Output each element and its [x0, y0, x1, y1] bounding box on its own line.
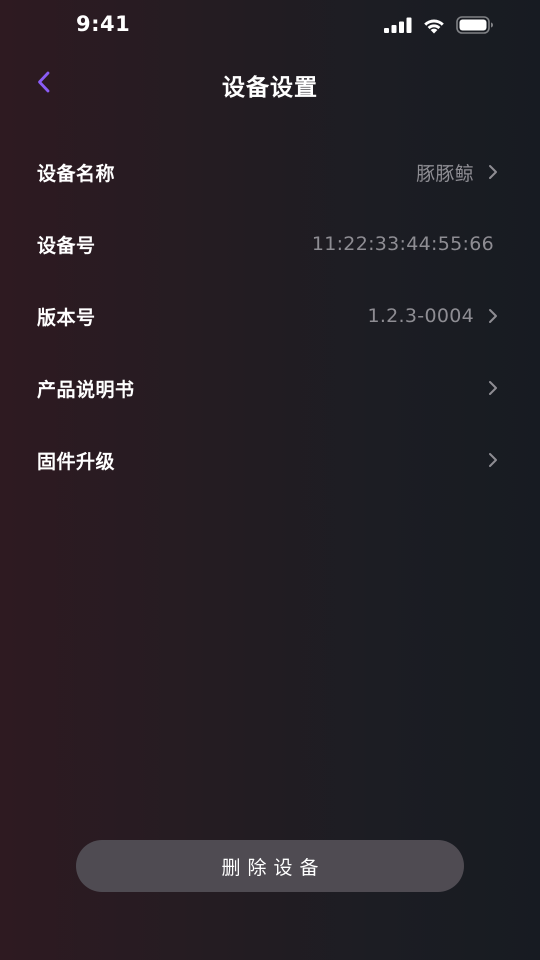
- version-value: 1.2.3-0004: [367, 305, 474, 327]
- setting-row-firmware-upgrade[interactable]: 固件升级: [0, 424, 540, 496]
- device-settings-screen: 9:41 设备设置 设备名称 豚豚鲸 设备号 11:22:33:44:55:66…: [0, 0, 540, 960]
- setting-label: 产品说明书: [37, 378, 135, 401]
- nav-bar: 设备设置: [0, 56, 540, 112]
- delete-device-label: 删除设备: [221, 856, 326, 879]
- delete-device-button[interactable]: 删除设备: [76, 840, 464, 892]
- status-bar: 9:41: [0, 0, 540, 48]
- setting-row-device-name[interactable]: 设备名称 豚豚鲸: [0, 136, 540, 208]
- page-title: 设备设置: [222, 75, 318, 101]
- setting-label: 设备名称: [37, 162, 116, 185]
- setting-right: 11:22:33:44:55:66: [312, 233, 494, 255]
- cellular-signal-icon: [384, 17, 412, 37]
- setting-right: [474, 380, 500, 396]
- chevron-right-icon: [486, 164, 500, 180]
- chevron-right-icon: [486, 308, 500, 324]
- setting-label: 版本号: [37, 306, 96, 329]
- setting-label: 设备号: [37, 234, 96, 257]
- setting-row-version[interactable]: 版本号 1.2.3-0004: [0, 280, 540, 352]
- battery-icon: [456, 16, 494, 38]
- setting-row-device-id: 设备号 11:22:33:44:55:66: [0, 208, 540, 280]
- settings-list: 设备名称 豚豚鲸 设备号 11:22:33:44:55:66 版本号 1.2.3…: [0, 136, 540, 496]
- device-name-value: 豚豚鲸: [416, 162, 474, 185]
- status-time: 9:41: [76, 12, 131, 36]
- chevron-right-icon: [486, 452, 500, 468]
- setting-right: 1.2.3-0004: [367, 305, 500, 327]
- setting-label: 固件升级: [37, 450, 116, 473]
- chevron-right-icon: [486, 380, 500, 396]
- setting-right: [474, 452, 500, 468]
- setting-row-manual[interactable]: 产品说明书: [0, 352, 540, 424]
- setting-right: 豚豚鲸: [416, 159, 500, 186]
- wifi-icon: [422, 17, 446, 38]
- status-icons: [384, 16, 494, 38]
- device-id-value: 11:22:33:44:55:66: [311, 233, 494, 255]
